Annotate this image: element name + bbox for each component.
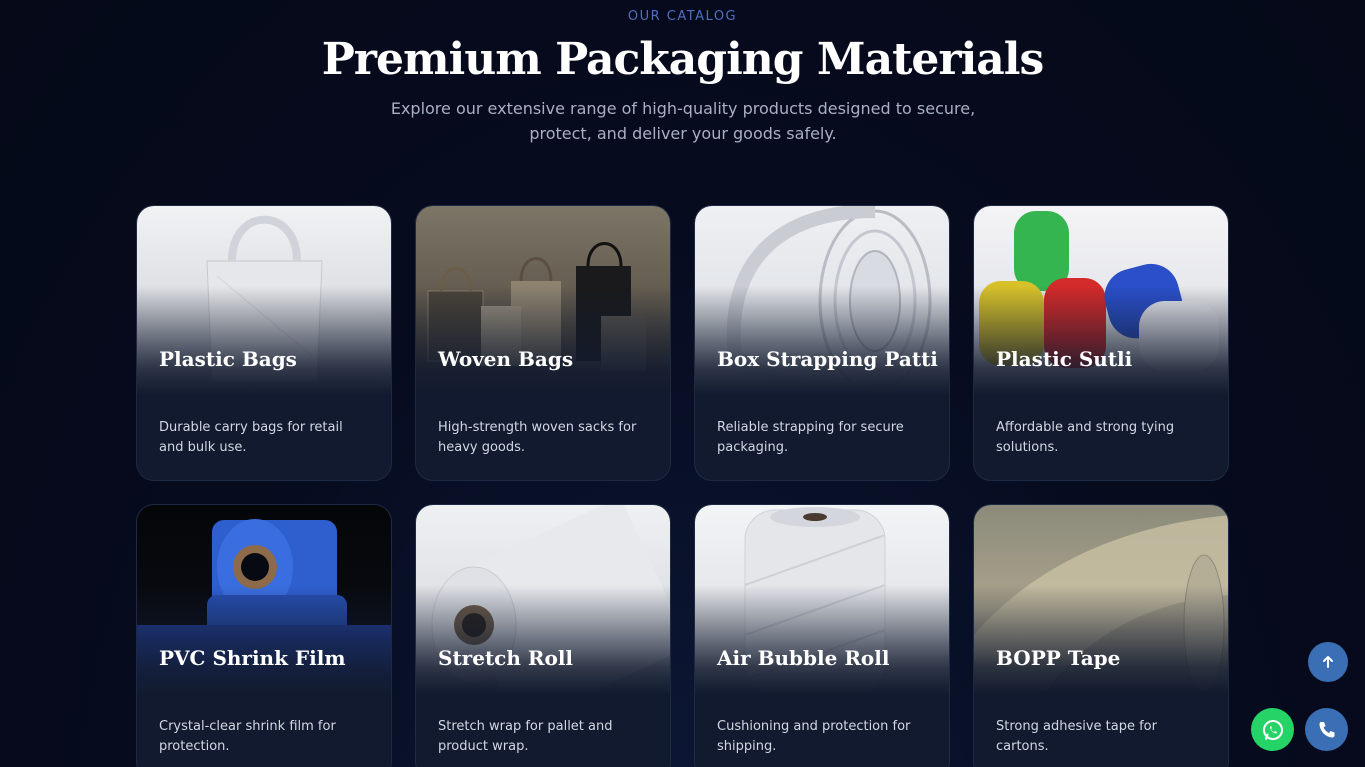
whatsapp-icon	[1262, 719, 1283, 740]
section-subtitle: Explore our extensive range of high-qual…	[390, 99, 976, 143]
section-eyebrow: OUR CATALOG	[627, 9, 738, 24]
product-card-pvc-shrink-film[interactable]: PVC Shrink Film Crystal-clear shrink fil…	[136, 504, 392, 767]
product-description: Strong adhesive tape for cartons.	[996, 719, 1157, 754]
arrow-up-icon	[1323, 656, 1333, 668]
product-title: BOPP Tape	[996, 646, 1121, 670]
product-title: Plastic Bags	[159, 347, 297, 371]
phone-icon	[1319, 721, 1334, 737]
product-card-air-bubble-roll[interactable]: Air Bubble Roll Cushioning and protectio…	[694, 504, 950, 767]
scroll-to-top-button[interactable]	[1308, 642, 1348, 682]
product-title: Woven Bags	[438, 347, 574, 371]
product-title: Box Strapping Patti	[717, 347, 938, 371]
product-description: Durable carry bags for retail and bulk u…	[159, 420, 343, 455]
catalog-section: OUR CATALOG Premium Packaging Materials …	[0, 0, 1365, 767]
product-description: High-strength woven sacks for heavy good…	[438, 420, 637, 455]
product-card-bopp-tape[interactable]: BOPP Tape Strong adhesive tape for carto…	[973, 504, 1229, 767]
product-description: Cushioning and protection for shipping.	[717, 719, 911, 754]
product-title: Air Bubble Roll	[717, 646, 890, 670]
product-title: Plastic Sutli	[996, 347, 1133, 371]
product-description: Stretch wrap for pallet and product wrap…	[438, 719, 613, 754]
product-card-stretch-roll[interactable]: Stretch Roll Stretch wrap for pallet and…	[415, 504, 671, 767]
product-grid: Plastic Bags Durable carry bags for reta…	[136, 205, 1229, 767]
product-card-woven-bags[interactable]: Woven Bags High-strength woven sacks for…	[415, 205, 671, 481]
product-description: Affordable and strong tying solutions.	[996, 420, 1175, 455]
product-card-plastic-sutli[interactable]: Plastic Sutli Affordable and strong tyin…	[973, 205, 1229, 481]
product-title: PVC Shrink Film	[159, 646, 346, 670]
call-button[interactable]	[1305, 708, 1348, 751]
product-title: Stretch Roll	[438, 646, 574, 670]
product-card-box-strapping[interactable]: Box Strapping Patti Reliable strapping f…	[694, 205, 950, 481]
product-description: Reliable strapping for secure packaging.	[717, 420, 904, 455]
product-card-plastic-bags[interactable]: Plastic Bags Durable carry bags for reta…	[136, 205, 392, 481]
whatsapp-button[interactable]	[1251, 708, 1294, 751]
page-title: Premium Packaging Materials	[321, 34, 1045, 85]
product-description: Crystal-clear shrink film for protection…	[159, 719, 336, 754]
